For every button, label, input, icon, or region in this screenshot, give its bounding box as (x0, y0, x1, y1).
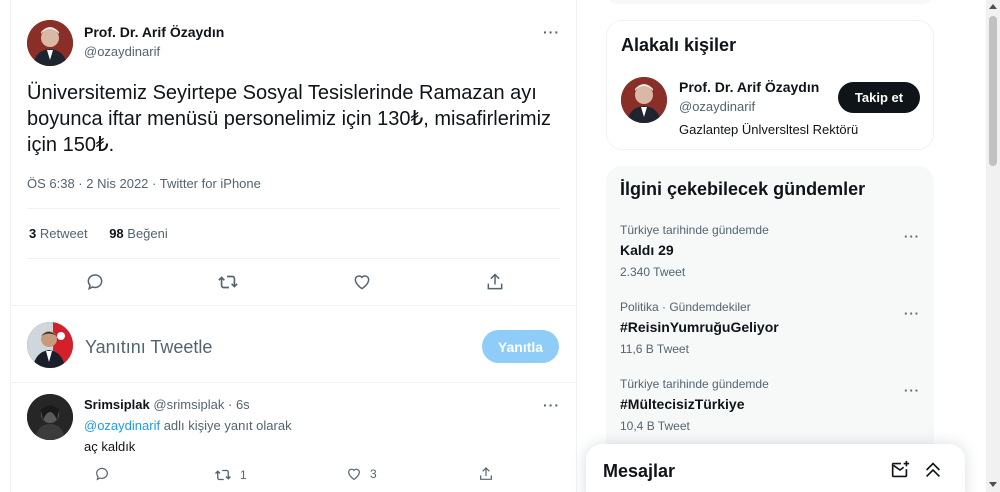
messages-title: Mesajlar (603, 461, 676, 481)
reply-icon[interactable] (81, 268, 109, 296)
author-avatar[interactable] (27, 20, 73, 66)
divider (27, 258, 560, 259)
reply-input[interactable]: Yanıtını Tweetle (85, 337, 212, 358)
related-person-bio: Gazlantep Ünlversltesl Rektörü (679, 122, 859, 137)
divider (27, 208, 560, 209)
trend-item[interactable]: Politika · Gündemdekiler #ReisinYumruğuG… (620, 300, 920, 356)
reply-button[interactable]: Yanıtla (482, 330, 559, 363)
related-person-name[interactable]: Prof. Dr. Arif Özaydın (679, 79, 819, 95)
reply-retweet-icon[interactable]: 1 (214, 466, 247, 484)
new-message-icon[interactable] (889, 459, 911, 481)
tweet-text: Üniversitemiz Seyirtepe Sosyal Tesisleri… (27, 82, 552, 156)
related-people-card: Alakalı kişiler Prof. Dr. Arif Özaydın @… (606, 20, 934, 150)
reply-author[interactable]: Srimsiplak @srimsiplak · 6s (84, 397, 250, 412)
trend-more-icon[interactable]: ··· (904, 306, 920, 321)
retweet-icon[interactable] (214, 268, 242, 296)
scrollbar[interactable] (986, 0, 1000, 492)
chevron-up-double-icon[interactable] (922, 459, 944, 481)
trends-card: İlgini çekebilecek gündemler Türkiye tar… (606, 166, 934, 456)
reply-like-count: 3 (370, 467, 377, 481)
related-person-avatar[interactable] (621, 77, 667, 123)
retweet-stat[interactable]: 3 Retweet (29, 226, 88, 241)
trend-item[interactable]: Türkiye tarihinde gündemde Kaldı 29 2.34… (620, 223, 920, 279)
reply-heart-icon[interactable]: 3 (346, 466, 377, 482)
scroll-thumb[interactable] (989, 16, 997, 166)
share-icon[interactable] (481, 268, 509, 296)
trend-item[interactable]: Türkiye tarihinde gündemde #MültecisizTü… (620, 377, 920, 433)
reply-share-icon[interactable] (478, 466, 494, 482)
tweet-column: Prof. Dr. Arif Özaydın @ozaydinarif ··· … (10, 0, 577, 492)
author-handle[interactable]: @ozaydinarif (84, 44, 160, 59)
trends-title: İlgini çekebilecek gündemler (620, 179, 866, 199)
tweet-stats: 3 Retweet 98 Beğeni (29, 226, 186, 241)
related-people-title: Alakalı kişiler (621, 35, 737, 55)
like-stat[interactable]: 98 Beğeni (109, 226, 168, 241)
author-name[interactable]: Prof. Dr. Arif Özaydın (84, 24, 224, 40)
reply-text: aç kaldık (84, 439, 136, 454)
trend-more-icon[interactable]: ··· (904, 383, 920, 398)
tweet-actions (27, 268, 560, 296)
reply-composer: Yanıtını Tweetle Yanıtla (11, 305, 576, 383)
tweet-meta[interactable]: ÖS 6:38 · 2 Nis 2022 · Twitter for iPhon… (27, 176, 261, 191)
search-card (606, 0, 934, 4)
reply-reply-icon[interactable] (94, 466, 110, 482)
reply-author-avatar[interactable] (27, 394, 73, 440)
replying-to: @ozaydinarif adlı kişiye yanıt olarak (84, 418, 292, 433)
reply-more-icon[interactable]: ··· (543, 397, 560, 413)
reply-actions: 1 3 (84, 466, 504, 486)
messages-drawer[interactable]: Mesajlar (586, 444, 965, 492)
heart-icon[interactable] (348, 268, 376, 296)
related-person-handle[interactable]: @ozaydinarif (679, 99, 755, 114)
replying-to-link[interactable]: @ozaydinarif (84, 418, 160, 433)
scroll-up-icon[interactable] (989, 4, 997, 9)
scroll-down-icon[interactable] (989, 482, 997, 487)
reply-retweet-count: 1 (240, 468, 247, 482)
user-avatar[interactable] (27, 322, 73, 368)
follow-button[interactable]: Takip et (838, 82, 920, 113)
trend-more-icon[interactable]: ··· (904, 229, 920, 244)
tweet-more-icon[interactable]: ··· (543, 24, 560, 40)
